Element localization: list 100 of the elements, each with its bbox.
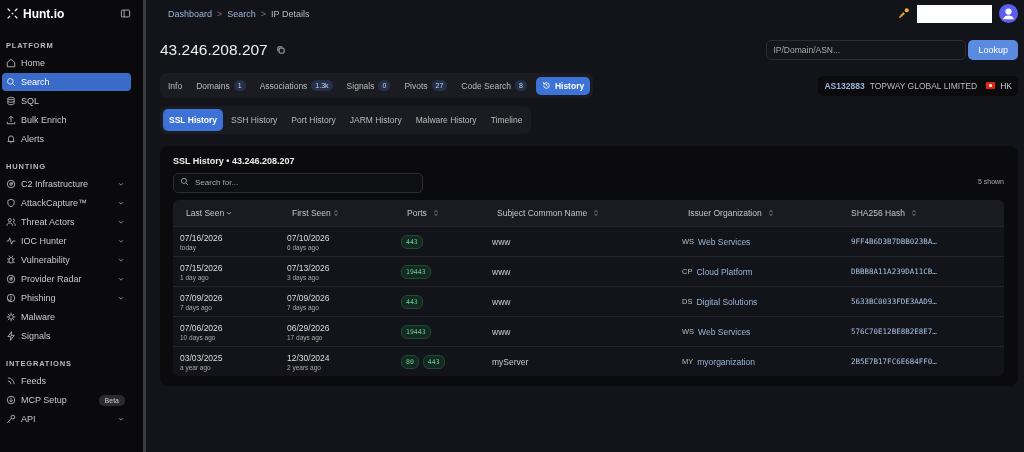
sidebar-item-label: Bulk Enrich (21, 115, 68, 125)
chevron-down-icon[interactable] (117, 237, 125, 245)
sidebar-item[interactable]: Alerts (2, 130, 131, 148)
download-icon (6, 395, 16, 405)
issuer-link[interactable]: Digital Solutions (696, 296, 758, 307)
sub-tab[interactable]: Timeline (484, 109, 529, 131)
avatar-icon[interactable] (999, 4, 1018, 23)
copy-icon[interactable] (275, 45, 286, 55)
sidebar-item-label: Feeds (21, 376, 47, 386)
sub-tab[interactable]: SSH History (225, 109, 284, 131)
tab-label: Domains (196, 80, 230, 91)
sub-tab[interactable]: Port History (285, 109, 342, 131)
column-header[interactable]: Ports (401, 208, 492, 218)
sidebar-item-label: Search (21, 77, 51, 87)
tab-label: History (554, 80, 585, 91)
lookup-field[interactable]: IP/Domain/ASN... (766, 40, 967, 60)
tab[interactable]: Info (163, 76, 188, 95)
search-icon (180, 176, 189, 186)
column-header[interactable]: First Seen (287, 208, 401, 218)
issuer-link[interactable]: Web Services (698, 326, 751, 337)
sidebar-item-label: Phishing (21, 293, 57, 303)
search-icon (6, 77, 16, 87)
sidebar-item[interactable]: Threat Actors (2, 213, 131, 231)
chevron-down-icon[interactable] (117, 256, 125, 264)
date-text: 03/03/2025 (180, 352, 223, 363)
virus-icon (6, 312, 16, 322)
sidebar-item[interactable]: AttackCapture™ (2, 194, 131, 212)
tab-label: Info (168, 80, 183, 91)
column-header[interactable]: Last Seen (173, 208, 287, 218)
sidebar-item[interactable]: C2 Infrastructure (2, 175, 131, 193)
bug-icon (6, 255, 16, 265)
pulse-icon (6, 236, 16, 246)
chevron-down-icon[interactable] (117, 218, 125, 226)
tab-label: Pivots (404, 80, 428, 91)
sidebar-item-label: C2 Infrastructure (21, 179, 90, 189)
sidebar-item-label: Malware (21, 312, 56, 322)
flag-icon (986, 82, 996, 89)
tab[interactable]: History (535, 76, 591, 95)
breadcrumb-current: IP Details (271, 8, 310, 19)
sidebar-item-label: IOC Hunter (21, 236, 68, 246)
breadcrumb-separator: > (260, 8, 267, 19)
search-field[interactable]: Search for... (173, 172, 423, 193)
column-header[interactable]: SHA256 Hash (851, 208, 1004, 218)
date-text: 07/06/2026 (180, 322, 223, 333)
date-text: 12/30/2024 (287, 352, 330, 363)
sidebar-item-label: AttackCapture™ (21, 198, 89, 208)
history-icon (541, 81, 551, 90)
column-header[interactable]: Subject Common Name (492, 208, 682, 218)
breadcrumb-link[interactable]: Dashboard (168, 8, 213, 19)
sidebar-item[interactable]: API (2, 410, 131, 428)
sidebar-item[interactable]: SQL (2, 92, 131, 110)
sub-tab[interactable]: JARM History (343, 109, 408, 131)
date-text: 07/16/2026 (180, 232, 223, 243)
sidebar-item[interactable]: Vulnerability (2, 251, 131, 269)
chevron-down-icon[interactable] (117, 180, 125, 188)
home-icon (6, 58, 16, 68)
asn-name: TOPWAY GLOBAL LIMITED (869, 80, 978, 91)
sidebar-item-label: Threat Actors (21, 217, 76, 227)
key-icon (6, 414, 16, 424)
shield-icon (6, 198, 16, 208)
sidebar-item-label: Provider Radar (21, 274, 83, 284)
issuer-link[interactable]: myorganization (697, 356, 755, 367)
date-text: 07/15/2026 (180, 262, 223, 273)
sidebar-item[interactable]: Home (2, 54, 131, 72)
chevron-down-icon[interactable] (117, 294, 125, 302)
bolt-icon (6, 331, 16, 341)
issuer-link[interactable]: Web Services (698, 236, 751, 247)
table-cell: www (492, 326, 511, 337)
users-icon (6, 217, 16, 227)
chevron-down-icon[interactable] (117, 199, 125, 207)
sub-tab[interactable]: SSL History (163, 109, 224, 131)
table-cell: www (492, 236, 511, 247)
sidebar-toggle-icon[interactable] (120, 8, 131, 19)
asn-number[interactable]: AS132883 (824, 80, 865, 91)
country-code: HK (1000, 80, 1012, 91)
sidebar-item-label: Alerts (21, 134, 45, 144)
sidebar-item-label: Signals (21, 331, 52, 341)
date-text: 07/13/2026 (287, 262, 330, 273)
sidebar-item[interactable]: Search (2, 73, 131, 91)
column-header[interactable]: Issuer Organization (682, 208, 851, 218)
breadcrumb-link[interactable]: Search (227, 8, 256, 19)
sidebar-item-label: SQL (21, 96, 40, 106)
issuer-link[interactable]: Cloud Platform (696, 266, 753, 277)
page-title: 43.246.208.207 (160, 41, 268, 59)
sidebar-item[interactable]: Feeds (2, 372, 131, 390)
sidebar-item[interactable]: Malware (2, 308, 131, 326)
sidebar-item[interactable]: Bulk Enrich (2, 111, 131, 129)
sidebar-item[interactable]: Phishing (2, 289, 131, 307)
sidebar-item[interactable]: Provider Radar (2, 270, 131, 288)
sidebar-item[interactable]: IOC Hunter (2, 232, 131, 250)
rss-icon (6, 376, 16, 386)
chevron-down-icon[interactable] (117, 415, 125, 423)
sidebar-item[interactable]: Signals (2, 327, 131, 345)
tab-label: Associations (259, 80, 308, 91)
sub-tab[interactable]: Malware History (409, 109, 483, 131)
radar-icon (6, 274, 16, 284)
table-cell: myServer (492, 356, 529, 367)
date-text: 07/09/2026 (180, 292, 223, 303)
chevron-down-icon[interactable] (117, 275, 125, 283)
database-icon (6, 96, 16, 106)
